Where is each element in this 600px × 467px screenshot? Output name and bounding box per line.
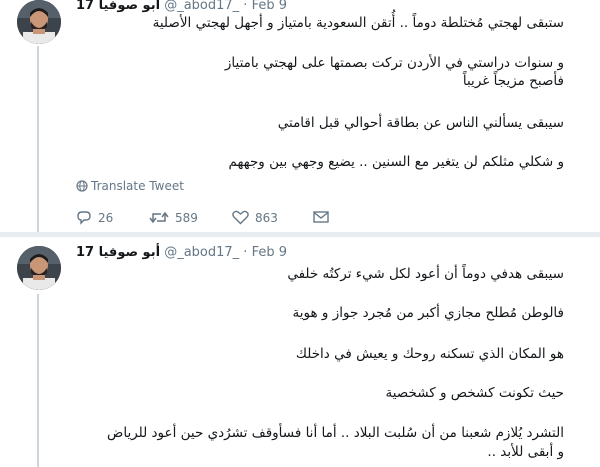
globe-icon xyxy=(76,180,88,192)
tweet-line: و أبقى للأبد .. xyxy=(487,444,564,460)
tweet-line: سيبقى هدفي دوماً أن أعود لكل شيء تركتُه … xyxy=(287,266,564,282)
tweet-actions: 26 589 863 xyxy=(76,210,336,230)
tweet-line: هو المكان الذي تسكنه روحك و يعيش في داخل… xyxy=(295,346,564,362)
tweet-line: سيبقى يسألني الناس عن بطاقة أحوالي قبل ا… xyxy=(277,115,564,131)
tweet-header: أبو صوفيا 17 @_abod17_ · Feb 9 xyxy=(76,245,287,265)
tweet-2: أبو صوفيا 17 @_abod17_ · Feb 9 سيبقى هدف… xyxy=(0,237,600,467)
reply-count: 26 xyxy=(98,211,114,225)
avatar[interactable] xyxy=(17,0,61,44)
translate-label: Translate Tweet xyxy=(91,179,184,193)
reply-button[interactable]: 26 xyxy=(76,210,113,225)
reply-icon xyxy=(77,211,91,225)
tweet-text: ستبقى لهجتي مُختلطة دوماً .. أُتقن السعو… xyxy=(76,14,564,174)
heart-icon xyxy=(232,210,249,225)
separator-dot: · xyxy=(243,0,248,13)
user-handle[interactable]: @_abod17_ xyxy=(164,0,239,13)
tweet-line: فالوطن مُطلح مجازي أكبر من مُجرد جواز و … xyxy=(292,305,564,321)
thread-line xyxy=(37,294,39,467)
avatar[interactable] xyxy=(17,246,61,290)
tweet-text: سيبقى هدفي دوماً أن أعود لكل شيء تركتُه … xyxy=(76,265,564,465)
direct-message-button[interactable] xyxy=(313,210,335,224)
translate-tweet-link[interactable]: Translate Tweet xyxy=(76,179,184,193)
retweet-button[interactable]: 589 xyxy=(149,210,198,225)
tweet-date[interactable]: Feb 9 xyxy=(252,245,287,260)
tweet-date[interactable]: Feb 9 xyxy=(252,0,287,13)
tweet-line: و شكلي مثلكم لن يتغير مع السنين .. يضيع … xyxy=(228,154,564,170)
tweet-line: ستبقى لهجتي مُختلطة دوماً .. أُتقن السعو… xyxy=(152,15,564,31)
like-count: 863 xyxy=(255,211,278,225)
avatar-image xyxy=(17,246,61,290)
user-handle[interactable]: @_abod17_ xyxy=(164,245,239,260)
retweet-icon xyxy=(149,211,169,224)
envelope-icon xyxy=(313,211,329,223)
tweet-line: فأصبح مزيجاً غريباً xyxy=(462,73,564,89)
separator-dot: · xyxy=(243,245,248,260)
display-name[interactable]: أبو صوفيا 17 xyxy=(76,245,160,260)
tweet-1: أبو صوفيا 17 @_abod17_ · Feb 9 ستبقى لهج… xyxy=(0,0,600,232)
like-button[interactable]: 863 xyxy=(232,210,278,225)
thread-line xyxy=(37,46,39,232)
tweet-line: حيث تكونت كشخص و كشخصية xyxy=(385,385,565,401)
tweet-line: و سنوات دراستي في الأردن تركت بصمتها على… xyxy=(224,55,564,71)
tweet-line: التشرد يُلازم شعبنا من أن سُلبت البلاد .… xyxy=(107,425,564,441)
display-name[interactable]: أبو صوفيا 17 xyxy=(76,0,160,13)
retweet-count: 589 xyxy=(175,211,198,225)
avatar-image xyxy=(17,0,61,44)
